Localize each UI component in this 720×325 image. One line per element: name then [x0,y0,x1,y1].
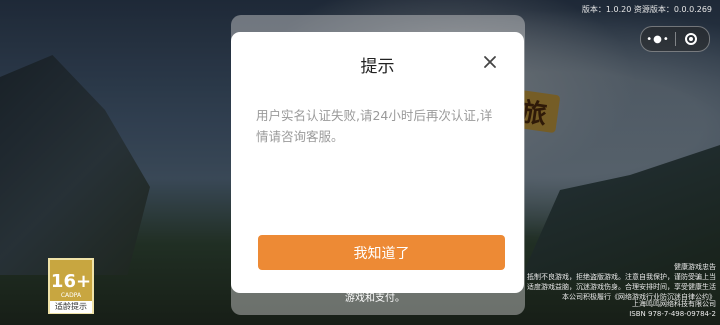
capsule-divider [675,32,676,46]
legal-footer: 上海鸣鸣网络科技有限公司 ISBN 978-7-498-09784-2 [345,299,716,319]
confirm-button[interactable]: 我知道了 [258,235,505,270]
health-notice: 健康游戏忠告 抵制不良游戏，拒绝盗版游戏。注意自我保护，谨防受骗上当 适度游戏益… [516,262,716,302]
alert-dialog: 提示 用户实名认证失败,请24小时后再次认证,详情请咨询客服。 我知道了 [231,32,524,293]
version-text: 版本：1.0.20 资源版本：0.0.0.269 [581,5,712,14]
footer-line: 上海鸣鸣网络科技有限公司 [632,300,716,308]
dialog-title: 提示 [360,57,395,77]
notice-line: 健康游戏忠告 [674,263,716,271]
notice-line: 抵制不良游戏，拒绝盗版游戏。注意自我保护，谨防受骗上当 [527,273,716,281]
more-dots-icon[interactable]: •●• [641,34,675,45]
age-tip-label: 适龄提示 [50,301,92,313]
age-rating-badge: 16+ CADPA 适龄提示 [48,258,94,314]
close-icon[interactable] [482,54,498,70]
notice-line: 适度游戏益脑，沉迷游戏伤身。合理安排时间，享受健康生活 [527,283,716,291]
dialog-message: 用户实名认证失败,请24小时后再次认证,详情请咨询客服。 [256,108,493,144]
miniprogram-capsule: •●• [640,26,710,52]
footer-line: ISBN 978-7-498-09784-2 [629,310,716,318]
rating-org: CADPA [60,292,82,299]
age-rating: 16+ [50,271,92,292]
target-close-icon[interactable] [685,33,697,45]
